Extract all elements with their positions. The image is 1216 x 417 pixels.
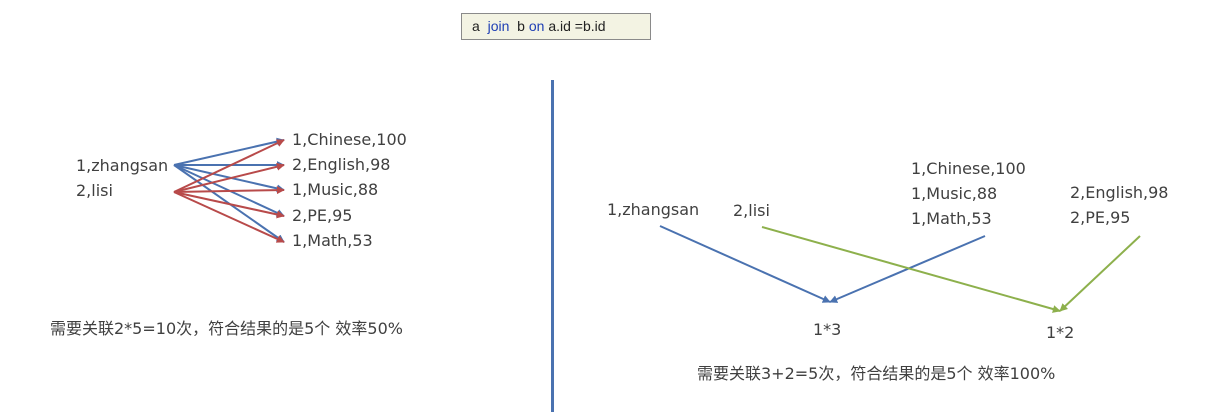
arrow-lisi-pe: [173, 191, 285, 219]
left-score-chinese: 1,Chinese,100: [292, 130, 407, 149]
right-group1-music: 1,Music,88: [911, 184, 998, 203]
left-score-music: 1,Music,88: [292, 180, 379, 199]
right-count1: 1*3: [813, 320, 842, 339]
left-user-zhangsan: 1,zhangsan: [76, 156, 169, 175]
right-user-zhangsan: 1,zhangsan: [607, 200, 700, 219]
right-count2: 1*2: [1046, 323, 1075, 342]
left-user-lisi: 2,lisi: [76, 181, 113, 200]
right-group2-arrows: [761, 226, 1141, 313]
arrow-zhangsan-to-count1: [659, 225, 831, 303]
arrow-zhangsan-chinese: [173, 137, 285, 166]
section-divider: [551, 80, 554, 412]
right-user-lisi: 2,lisi: [733, 201, 770, 220]
right-group1-chinese: 1,Chinese,100: [911, 159, 1026, 178]
arrow-group2-to-count2: [1059, 235, 1141, 312]
arrow-lisi-to-count2: [761, 226, 1061, 313]
right-group1-math: 1,Math,53: [911, 209, 992, 228]
right-group1-arrows: [659, 225, 986, 303]
arrow-lisi-math: [173, 191, 285, 243]
left-score-english: 2,English,98: [292, 155, 391, 174]
left-score-math: 1,Math,53: [292, 231, 373, 250]
left-efficiency-caption: 需要关联2*5=10次，符合结果的是5个 效率50%: [50, 319, 403, 338]
right-group2-pe: 2,PE,95: [1070, 208, 1131, 227]
right-efficiency-caption: 需要关联3+2=5次，符合结果的是5个 效率100%: [697, 364, 1056, 383]
right-group2-english: 2,English,98: [1070, 183, 1169, 202]
left-score-pe: 2,PE,95: [292, 206, 353, 225]
arrow-lisi-music: [173, 186, 285, 195]
left-lisi-arrows: [173, 139, 285, 243]
